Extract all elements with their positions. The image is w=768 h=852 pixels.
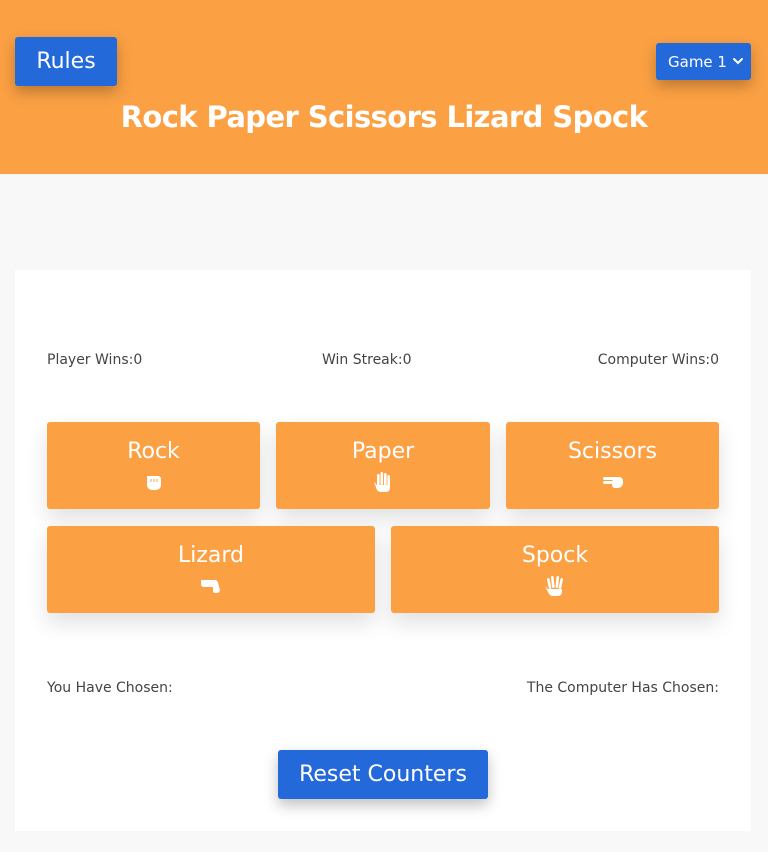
reset-counters-button[interactable]: Reset Counters — [278, 750, 488, 799]
scissors-button[interactable]: Scissors — [506, 422, 719, 509]
rock-hand-icon — [146, 476, 161, 490]
paper-hand-icon — [374, 472, 390, 492]
spock-hand-icon — [545, 576, 563, 596]
game-select[interactable]: Game 1 — [656, 43, 751, 80]
game-select-value: Game 1 — [668, 52, 727, 71]
lizard-hand-icon — [201, 580, 220, 593]
rock-button[interactable]: Rock — [47, 422, 260, 509]
win-streak: Win Streak:0 — [322, 352, 412, 368]
computer-has-chosen-label: The Computer Has Chosen: — [526, 680, 719, 696]
choice-label: Rock — [127, 439, 180, 464]
spock-button[interactable]: Spock — [391, 526, 719, 613]
choice-label: Paper — [351, 439, 415, 464]
choice-label: Lizard — [177, 543, 245, 568]
lizard-button[interactable]: Lizard — [47, 526, 375, 613]
rules-button[interactable]: Rules — [15, 37, 117, 86]
header: Rules Game 1 Rock Paper Scissors Lizard … — [0, 0, 768, 174]
computer-wins: Computer Wins:0 — [597, 352, 719, 368]
paper-button[interactable]: Paper — [276, 422, 490, 509]
player-wins: Player Wins:0 — [47, 352, 143, 368]
chevron-down-icon — [733, 58, 743, 65]
page-title: Rock Paper Scissors Lizard Spock — [120, 100, 648, 134]
choice-label: Scissors — [567, 439, 658, 464]
you-have-chosen-label: You Have Chosen: — [47, 680, 173, 696]
choice-label: Spock — [521, 543, 589, 568]
scissors-hand-icon — [602, 477, 623, 488]
